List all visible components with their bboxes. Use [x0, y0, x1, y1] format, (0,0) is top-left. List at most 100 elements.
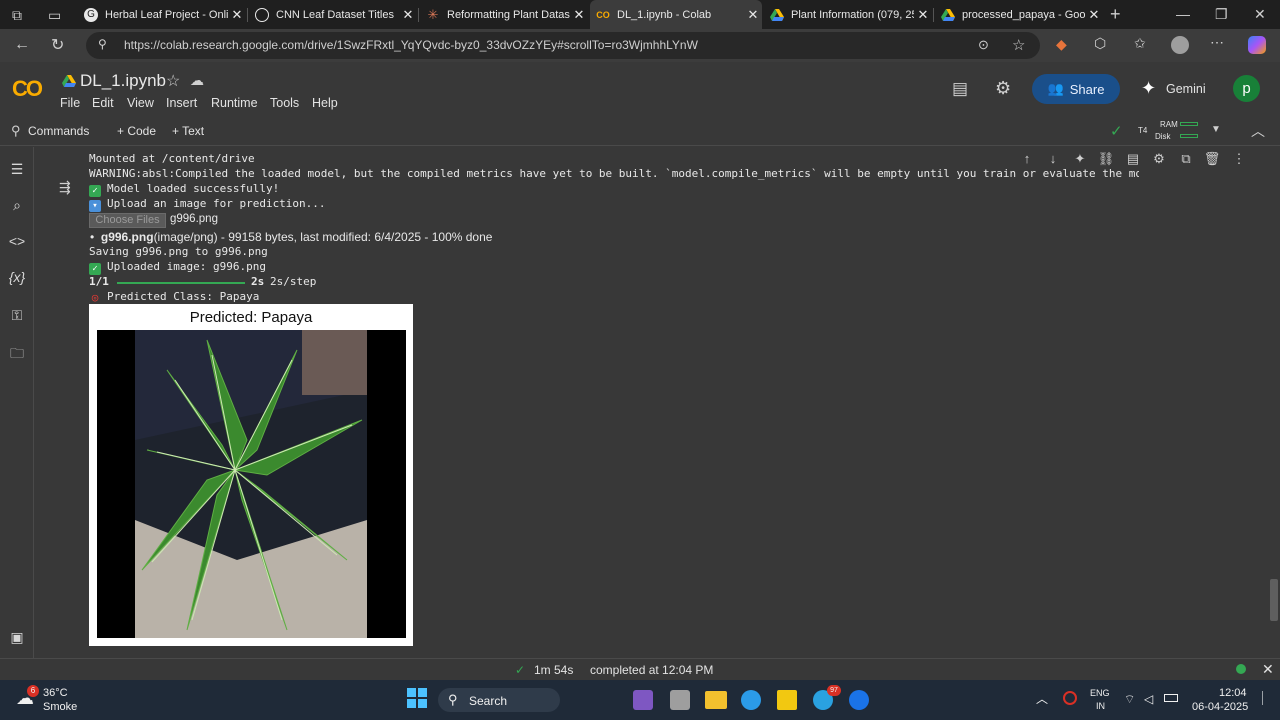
extension-fox-icon[interactable]: ◆ [1056, 36, 1067, 53]
menu-runtime[interactable]: Runtime [211, 96, 258, 110]
comment-icon[interactable]: ▤ [952, 79, 968, 99]
settings-gear-icon[interactable]: ⚙ [995, 78, 1011, 99]
app-icon[interactable] [633, 690, 653, 710]
menu-edit[interactable]: Edit [92, 96, 114, 110]
add-text-button[interactable]: + Text [172, 124, 204, 138]
maximize-icon[interactable]: ❐ [1215, 6, 1228, 23]
output-actions-icon[interactable]: ⇶ [59, 179, 71, 196]
favorites-icon[interactable]: ✩ [1134, 35, 1146, 52]
chevron-down-icon[interactable]: ▼ [1211, 124, 1221, 135]
move-up-icon[interactable]: ↑ [1018, 151, 1036, 166]
close-icon[interactable]: ✕ [228, 7, 246, 23]
tab-dl1-colab[interactable]: CO DL_1.ipynb - Colab ✕ [590, 0, 762, 29]
close-icon[interactable]: ✕ [1085, 7, 1103, 23]
add-code-button[interactable]: + Code [117, 124, 156, 138]
collapse-icon[interactable]: ︿ [1251, 121, 1265, 141]
choose-files-button[interactable]: Choose Files [89, 213, 166, 228]
chevron-up-icon[interactable]: ︿ [1036, 690, 1048, 707]
gemini-button[interactable]: Gemini [1166, 82, 1206, 96]
close-icon[interactable]: ✕ [399, 7, 417, 23]
notebook-title[interactable]: DL_1.ipynb [80, 71, 166, 91]
new-tab-icon[interactable]: + [1110, 4, 1121, 25]
code-snippets-icon[interactable]: <> [8, 233, 26, 251]
output-line-upload: ▾ Upload an image for prediction... [89, 197, 326, 212]
reload-icon[interactable]: ↻ [51, 35, 64, 55]
terminal-icon[interactable]: ▣ [8, 629, 26, 647]
file-explorer-icon[interactable] [705, 691, 727, 709]
close-icon[interactable]: ✕ [1262, 661, 1274, 678]
close-icon[interactable]: ✕ [914, 7, 932, 23]
omnibox[interactable]: ⚲ https://colab.research.google.com/driv… [86, 32, 1040, 59]
sticky-notes-icon[interactable] [777, 690, 797, 710]
tab-herbal-leaf[interactable]: G Herbal Leaf Project - Online ✕ [76, 0, 246, 29]
taskbar-search[interactable]: ⚲ Search [438, 688, 560, 712]
close-icon[interactable]: ✕ [570, 7, 588, 23]
avatar[interactable]: p [1233, 75, 1260, 102]
menu-file[interactable]: File [60, 96, 80, 110]
connected-check-icon: ✓ [1110, 123, 1123, 140]
language-primary[interactable]: ENG [1090, 688, 1110, 698]
menu-tools[interactable]: Tools [270, 96, 299, 110]
cloud-sync-icon[interactable]: ☁ [190, 72, 204, 89]
delete-icon[interactable]: 🗑 [1203, 151, 1221, 167]
bullet: • [90, 230, 95, 244]
menu-insert[interactable]: Insert [166, 96, 197, 110]
colab-logo[interactable]: CO [12, 76, 43, 102]
target-icon: ◎ [91, 291, 99, 304]
more-options-icon[interactable]: ⋮ [1230, 151, 1248, 167]
recording-icon[interactable] [1063, 691, 1077, 705]
edge-browser-icon[interactable] [741, 690, 761, 710]
commands-button[interactable]: Commands [28, 124, 89, 138]
copilot-icon[interactable] [1248, 36, 1266, 54]
scrollbar-thumb[interactable] [1270, 579, 1278, 621]
tab-processed-papaya[interactable]: processed_papaya - Google ✕ [935, 0, 1103, 29]
battery-icon[interactable] [1164, 694, 1178, 702]
output-line-uploaded: ✓ Uploaded image: g996.png [89, 260, 266, 275]
url-text[interactable]: https://colab.research.google.com/drive/… [124, 38, 698, 52]
clock-date[interactable]: 06-04-2025 [1192, 701, 1248, 713]
comment-icon[interactable]: ▤ [1124, 151, 1142, 167]
tab-plant-information[interactable]: Plant Information (079, 254 ✕ [764, 0, 932, 29]
gemini-icon[interactable]: ✦ [1141, 78, 1156, 99]
gemini-sparkle-icon[interactable]: ✦ [1071, 151, 1089, 167]
minimize-icon[interactable]: — [1176, 6, 1190, 22]
close-window-icon[interactable]: ✕ [1254, 6, 1266, 23]
volume-icon[interactable]: ◁ [1144, 692, 1153, 706]
close-icon[interactable]: ✕ [744, 7, 762, 23]
execution-duration: 1m 54s [534, 663, 574, 677]
wifi-icon[interactable]: ⌔ [1124, 692, 1135, 707]
variables-icon[interactable]: {x} [8, 269, 26, 287]
windows-start-icon[interactable] [407, 688, 427, 711]
move-down-icon[interactable]: ↓ [1044, 151, 1062, 166]
mirror-cell-icon[interactable]: ⧉ [1177, 151, 1195, 167]
weather-desc[interactable]: Smoke [43, 701, 77, 713]
reader-icon[interactable]: ⊙ [978, 37, 989, 53]
more-menu-icon[interactable]: ⋯ [1210, 34, 1224, 51]
runtime-type[interactable]: T4 [1138, 126, 1147, 135]
menu-view[interactable]: View [127, 96, 154, 110]
show-desktop-button[interactable] [1262, 691, 1272, 705]
back-icon[interactable]: ← [14, 36, 30, 54]
favorite-star-icon[interactable]: ☆ [1012, 36, 1025, 54]
clock-time[interactable]: 12:04 [1219, 687, 1247, 699]
tab-cnn-leaf[interactable]: CNN Leaf Dataset Titles ✕ [249, 0, 417, 29]
chrome-icon[interactable] [849, 690, 869, 710]
star-icon[interactable]: ☆ [166, 71, 180, 91]
share-button[interactable]: 👥 Share [1032, 74, 1120, 104]
table-of-contents-icon[interactable]: ☰ [8, 161, 26, 179]
files-folder-icon[interactable]: 🗀 [8, 343, 26, 361]
extensions-icon[interactable]: ⬡ [1094, 35, 1106, 52]
workspaces-icon[interactable]: ⧉ [12, 7, 22, 24]
site-info-icon[interactable]: ⚲ [98, 37, 107, 51]
weather-temp[interactable]: 36°C [43, 687, 68, 699]
language-region[interactable]: IN [1096, 701, 1105, 711]
tab-actions-icon[interactable]: ▭ [48, 7, 61, 24]
profile-icon[interactable] [1171, 36, 1189, 54]
secrets-key-icon[interactable]: ⚿ [8, 307, 26, 325]
find-icon[interactable]: ⌕ [8, 197, 26, 215]
app-icon[interactable] [670, 690, 690, 710]
menu-help[interactable]: Help [312, 96, 338, 110]
tab-reformatting[interactable]: ✳ Reformatting Plant Dataset ✕ [420, 0, 588, 29]
cell-settings-icon[interactable]: ⚙ [1150, 151, 1168, 167]
link-icon[interactable]: ⛓ [1097, 151, 1115, 167]
